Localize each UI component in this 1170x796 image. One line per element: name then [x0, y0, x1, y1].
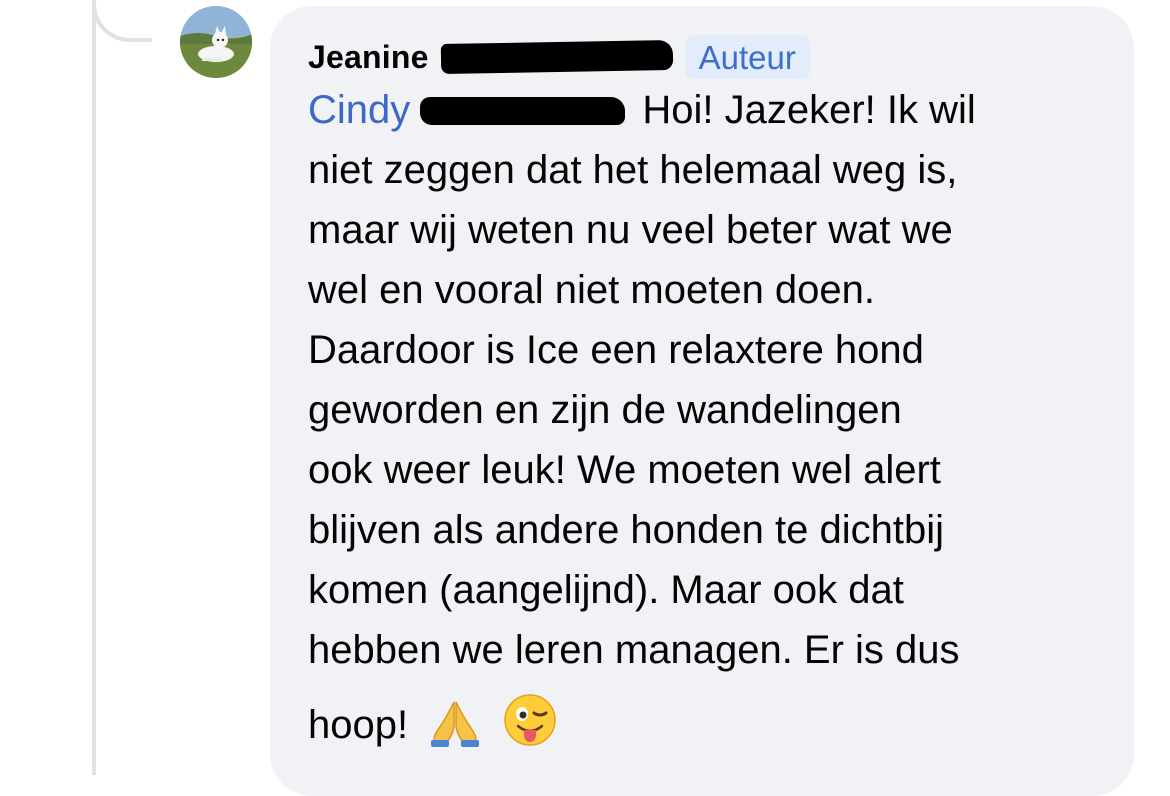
winking-face-tongue-icon [502, 692, 558, 765]
mention-name: Cindy [308, 88, 411, 132]
comment-line: hebben we leren managen. Er is dus [308, 628, 960, 672]
comment-text: Cindy Hoi! Jazeker! Ik wil niet zeggen d… [308, 80, 1108, 765]
author-name[interactable]: Jeanine [308, 39, 429, 76]
comment-line: wel en vooral niet moeten doen. [308, 268, 876, 312]
redacted-surname [440, 39, 673, 75]
comment-line: komen (aangelijnd). Maar ook dat [308, 568, 904, 612]
comment-header: Jeanine Auteur [308, 34, 810, 80]
comment-line: Daardoor is Ice een relaxtere hond [308, 328, 924, 372]
redacted-mention-surname [420, 97, 626, 125]
author-badge: Auteur [684, 35, 810, 79]
comment-line: hoop! [308, 703, 409, 747]
comment-line: niet zeggen dat het helemaal weg is, [308, 148, 958, 192]
comment-line: Hoi! Jazeker! Ik wil [631, 88, 976, 132]
mention-link[interactable]: Cindy [308, 88, 631, 132]
dog-photo-icon [180, 6, 252, 78]
comment-last-line: hoop! [308, 692, 1108, 765]
folded-hands-icon [427, 698, 483, 765]
thread-connector-curve [92, 0, 152, 42]
comment-line: blijven als andere honden te dichtbij [308, 508, 944, 552]
author-avatar[interactable] [180, 6, 252, 78]
comment-line: geworden en zijn de wandelingen [308, 388, 902, 432]
thread-connector-line [92, 0, 96, 775]
comment-line: maar wij weten nu veel beter wat we [308, 208, 953, 252]
comment-line: ook weer leuk! We moeten wel alert [308, 448, 941, 492]
